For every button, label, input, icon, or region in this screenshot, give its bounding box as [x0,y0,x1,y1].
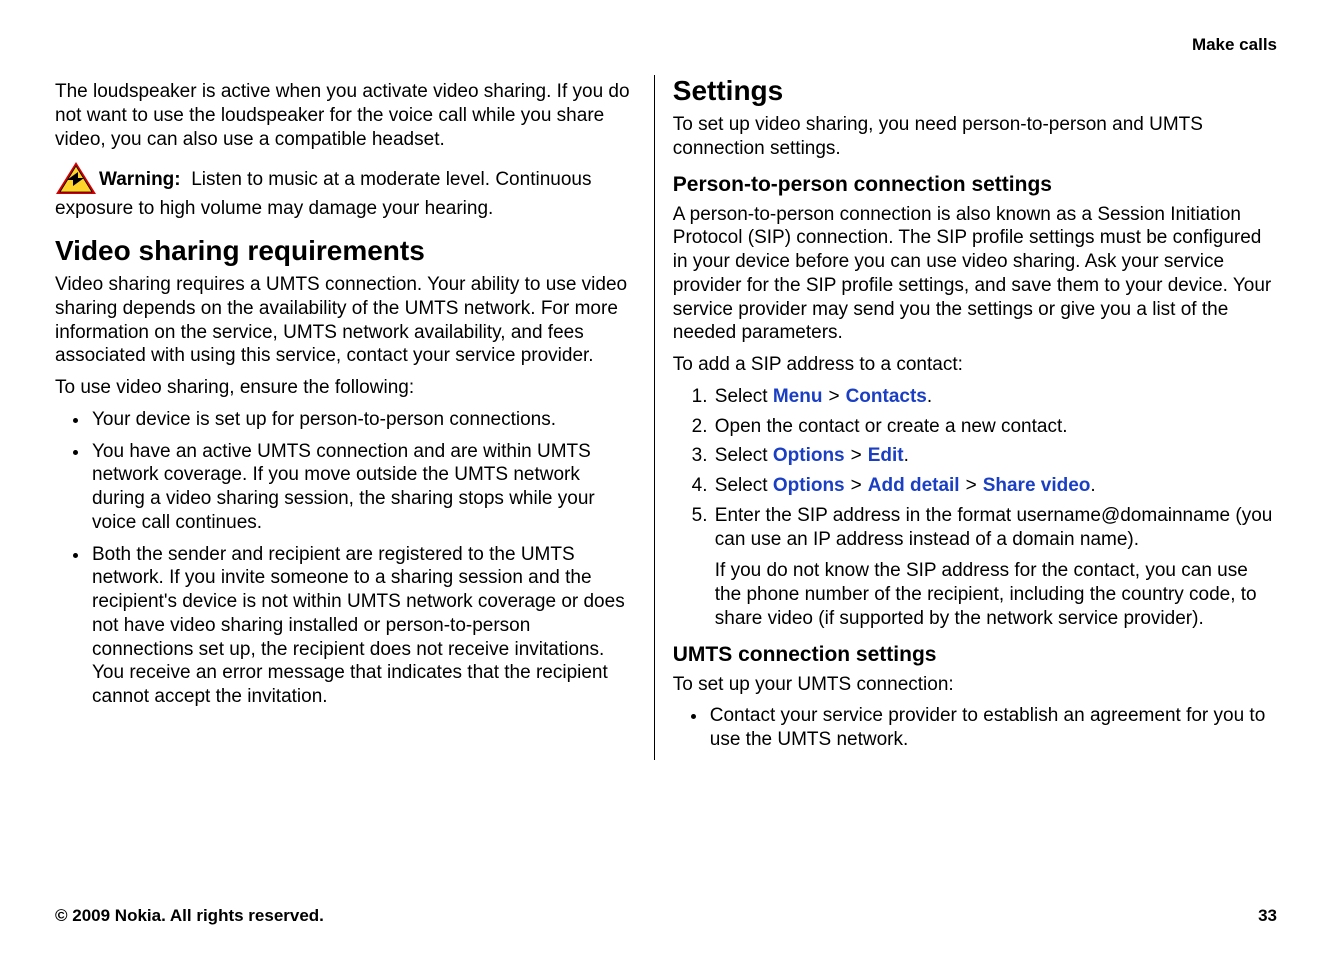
requirements-p1: Video sharing requires a UMTS connection… [55,273,634,368]
step-text: Select [715,386,773,407]
separator: > [966,475,977,496]
copyright-text: © 2009 Nokia. All rights reserved. [55,906,324,926]
options-link[interactable]: Options [773,475,845,496]
warning-label: Warning: [99,169,181,190]
step-note: If you do not know the SIP address for t… [715,559,1277,630]
content-columns: The loudspeaker is active when you activ… [55,75,1277,760]
sip-description: A person-to-person connection is also kn… [673,203,1277,346]
add-sip-intro: To add a SIP address to a contact: [673,353,1277,377]
list-item: Your device is set up for person-to-pers… [90,408,634,432]
umts-heading: UMTS connection settings [673,643,1277,667]
separator: > [828,386,839,407]
step-text: Select [715,475,773,496]
umts-list: Contact your service provider to establi… [673,704,1277,752]
add-detail-link[interactable]: Add detail [868,475,960,496]
umts-intro: To set up your UMTS connection: [673,673,1277,697]
left-column: The loudspeaker is active when you activ… [55,75,654,760]
list-item: Select Options>Edit. [713,444,1277,468]
separator: > [851,445,862,466]
right-column: Settings To set up video sharing, you ne… [654,75,1277,760]
list-item: Both the sender and recipient are regist… [90,543,634,709]
step-text: Select [715,445,773,466]
step-text: Enter the SIP address in the format user… [715,505,1273,550]
settings-heading: Settings [673,75,1277,107]
section-header: Make calls [55,35,1277,55]
warning-icon [55,161,97,195]
video-sharing-requirements-heading: Video sharing requirements [55,235,634,267]
page-footer: © 2009 Nokia. All rights reserved. 33 [55,906,1277,926]
warning-paragraph: Warning: Listen to music at a moderate l… [55,163,634,221]
loudspeaker-intro: The loudspeaker is active when you activ… [55,80,634,151]
list-item: Contact your service provider to establi… [708,704,1277,752]
requirements-list: Your device is set up for person-to-pers… [55,408,634,709]
menu-link[interactable]: Menu [773,386,823,407]
person-to-person-heading: Person-to-person connection settings [673,173,1277,197]
list-item: Select Menu>Contacts. [713,385,1277,409]
share-video-link[interactable]: Share video [983,475,1091,496]
list-item: Select Options>Add detail>Share video. [713,474,1277,498]
list-item: Enter the SIP address in the format user… [713,504,1277,631]
edit-link[interactable]: Edit [868,445,904,466]
options-link[interactable]: Options [773,445,845,466]
settings-intro: To set up video sharing, you need person… [673,113,1277,161]
requirements-p2: To use video sharing, ensure the followi… [55,376,634,400]
sip-steps-list: Select Menu>Contacts. Open the contact o… [673,385,1277,631]
separator: > [851,475,862,496]
page-number: 33 [1258,906,1277,926]
list-item: You have an active UMTS connection and a… [90,440,634,535]
list-item: Open the contact or create a new contact… [713,415,1277,439]
contacts-link[interactable]: Contacts [846,386,927,407]
